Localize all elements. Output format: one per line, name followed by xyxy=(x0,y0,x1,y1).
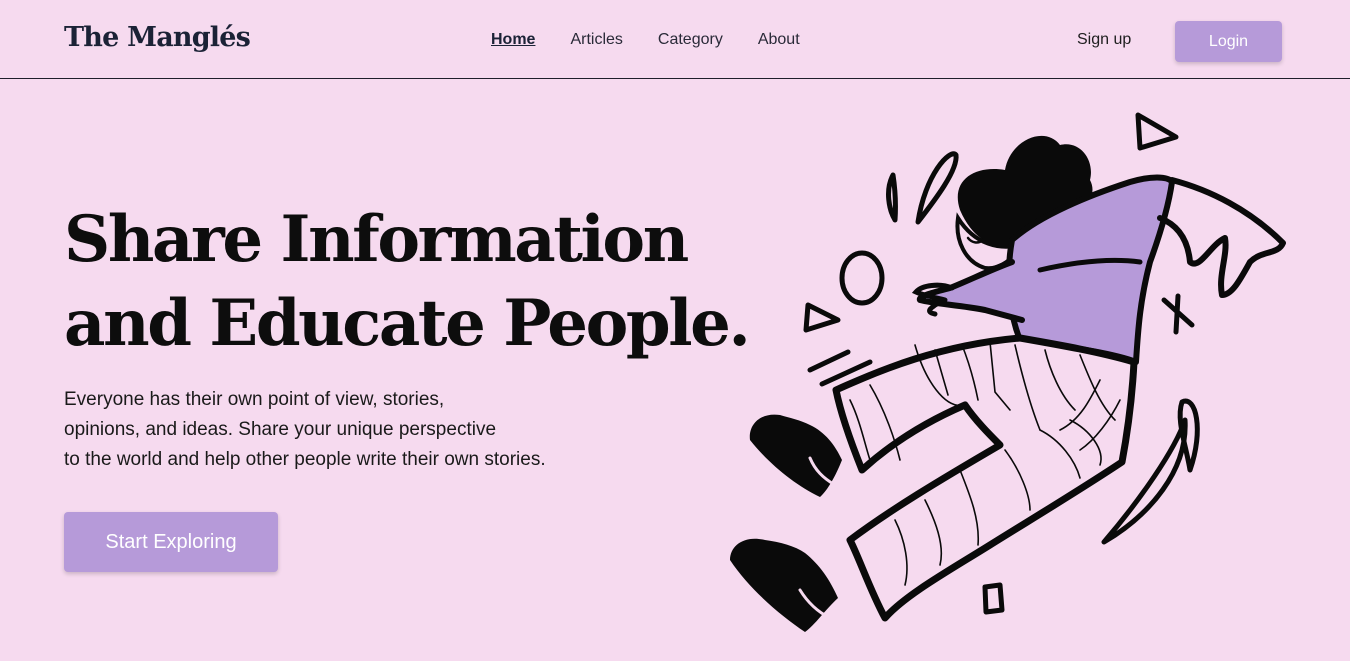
hero-description-line: Everyone has their own point of view, st… xyxy=(64,389,445,410)
hero-title: Share Information and Educate People. xyxy=(64,198,751,366)
jumping-person-illustration xyxy=(730,112,1286,632)
nav-link-articles[interactable]: Articles xyxy=(570,31,622,49)
main-nav: Home Articles Category About xyxy=(491,31,800,49)
hero-title-line: and Educate People. xyxy=(64,286,751,361)
hero-description-line: to the world and help other people write… xyxy=(64,449,546,470)
hero-title-line: Share Information xyxy=(64,202,689,277)
nav-link-home[interactable]: Home xyxy=(491,31,535,49)
hero-description-line: opinions, and ideas. Share your unique p… xyxy=(64,419,497,440)
navbar: The Manglés Home Articles Category About… xyxy=(0,0,1350,79)
nav-link-about[interactable]: About xyxy=(758,31,800,49)
nav-link-category[interactable]: Category xyxy=(658,31,723,49)
login-button[interactable]: Login xyxy=(1175,21,1282,62)
start-exploring-button[interactable]: Start Exploring xyxy=(64,512,278,572)
hero-description: Everyone has their own point of view, st… xyxy=(64,385,624,475)
signup-link[interactable]: Sign up xyxy=(1077,31,1131,49)
brand-logo[interactable]: The Manglés xyxy=(64,22,251,53)
